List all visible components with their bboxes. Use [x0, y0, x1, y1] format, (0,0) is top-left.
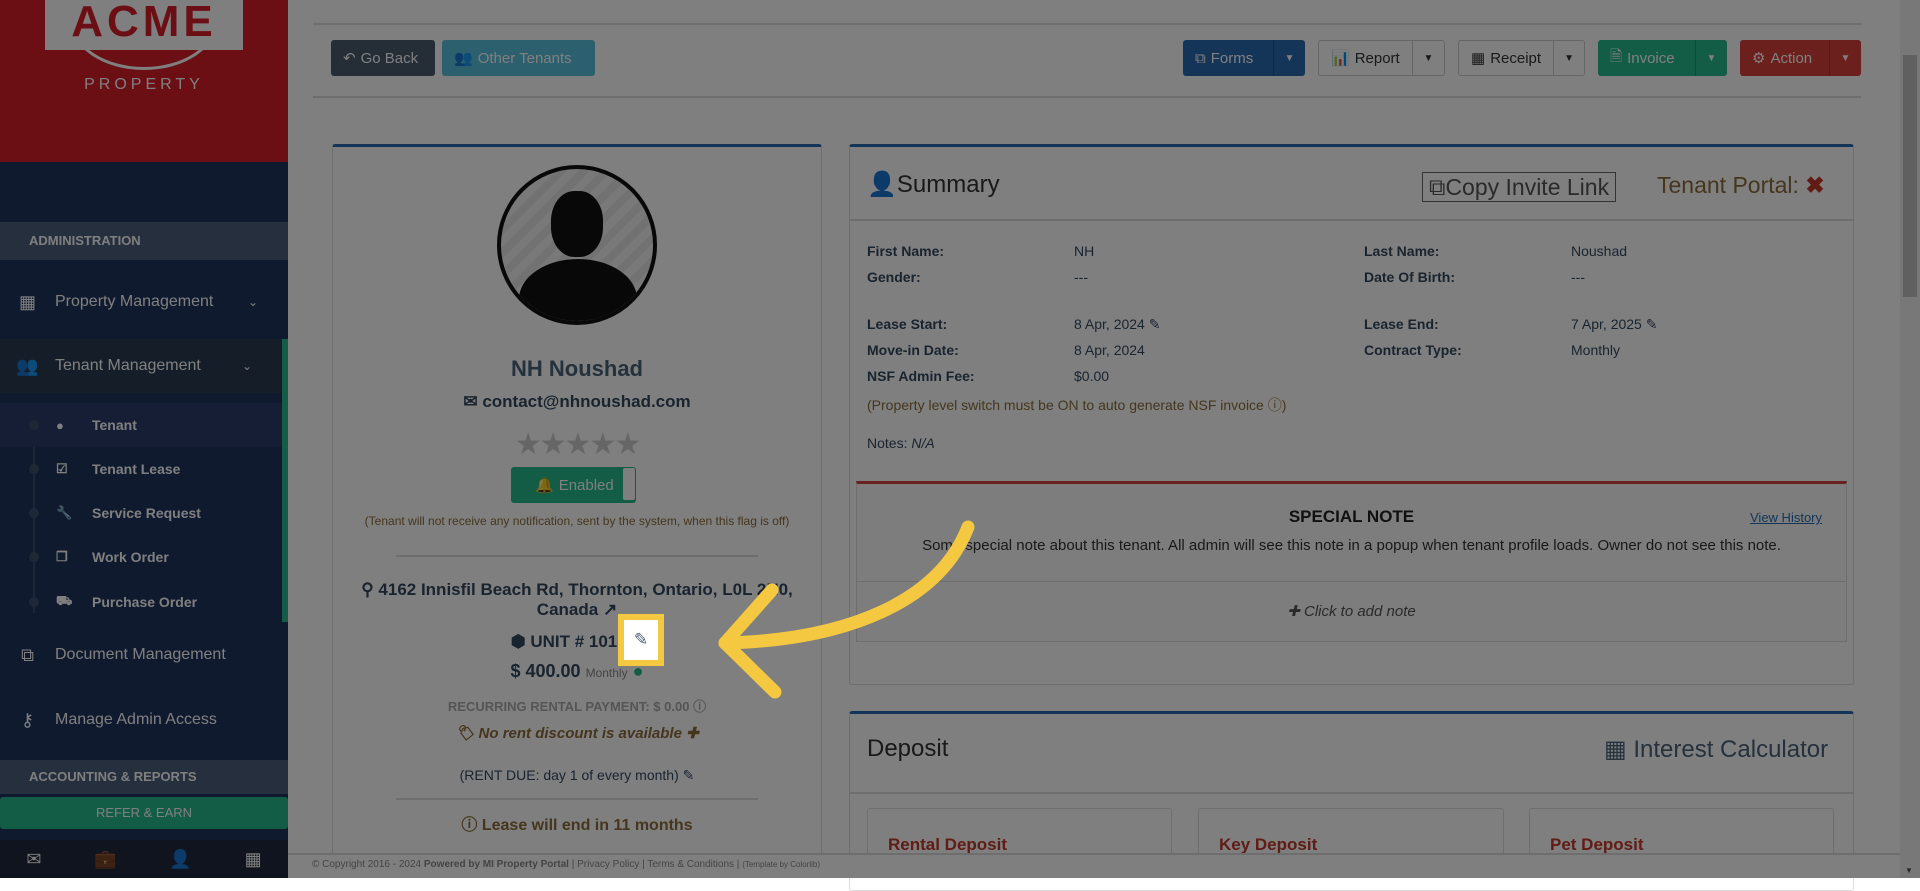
arrow-shaft [718, 520, 975, 650]
pointer-arrow [718, 520, 975, 699]
